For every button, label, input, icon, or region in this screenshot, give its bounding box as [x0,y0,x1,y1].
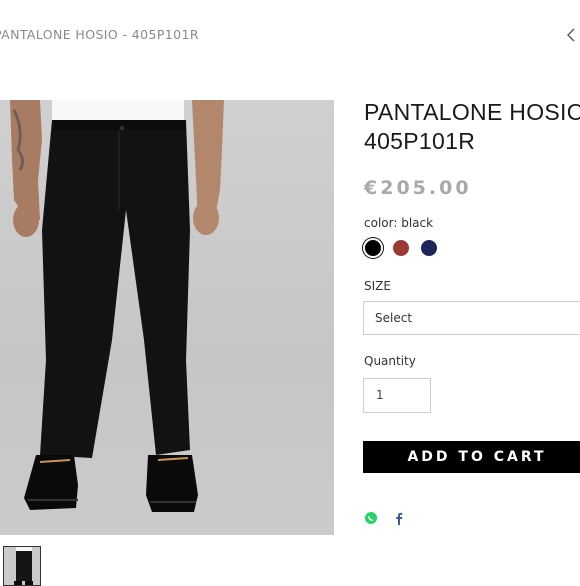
quantity-label: Quantity [364,354,416,368]
size-select[interactable]: Select [363,301,580,335]
thumbnail-photo [14,547,33,585]
product-title-line2: 405P101R [364,128,476,154]
add-to-cart-button[interactable]: ADD TO CART [363,441,580,473]
color-swatches [363,238,439,258]
trousers-photo [10,100,224,512]
share-bar [364,511,406,525]
product-thumbnail[interactable] [3,546,41,586]
chevron-left-icon[interactable] [565,27,579,43]
color-swatch-black[interactable] [365,240,381,256]
facebook-icon[interactable] [392,511,406,525]
breadcrumb: PANTALONE HOSIO - 405P101R [0,27,199,42]
color-label: color: black [364,216,434,230]
product-title: PANTALONE HOSIO - 405P101R [364,98,580,156]
product-title-line1: PANTALONE HOSIO - [364,99,580,125]
whatsapp-icon[interactable] [364,511,378,525]
product-price: €205.00 [364,177,472,199]
quantity-input[interactable]: 1 [363,378,431,413]
size-label: SIZE [364,279,391,293]
color-swatch-red[interactable] [393,240,409,256]
product-main-image[interactable] [0,100,334,535]
color-swatch-navy[interactable] [421,240,437,256]
